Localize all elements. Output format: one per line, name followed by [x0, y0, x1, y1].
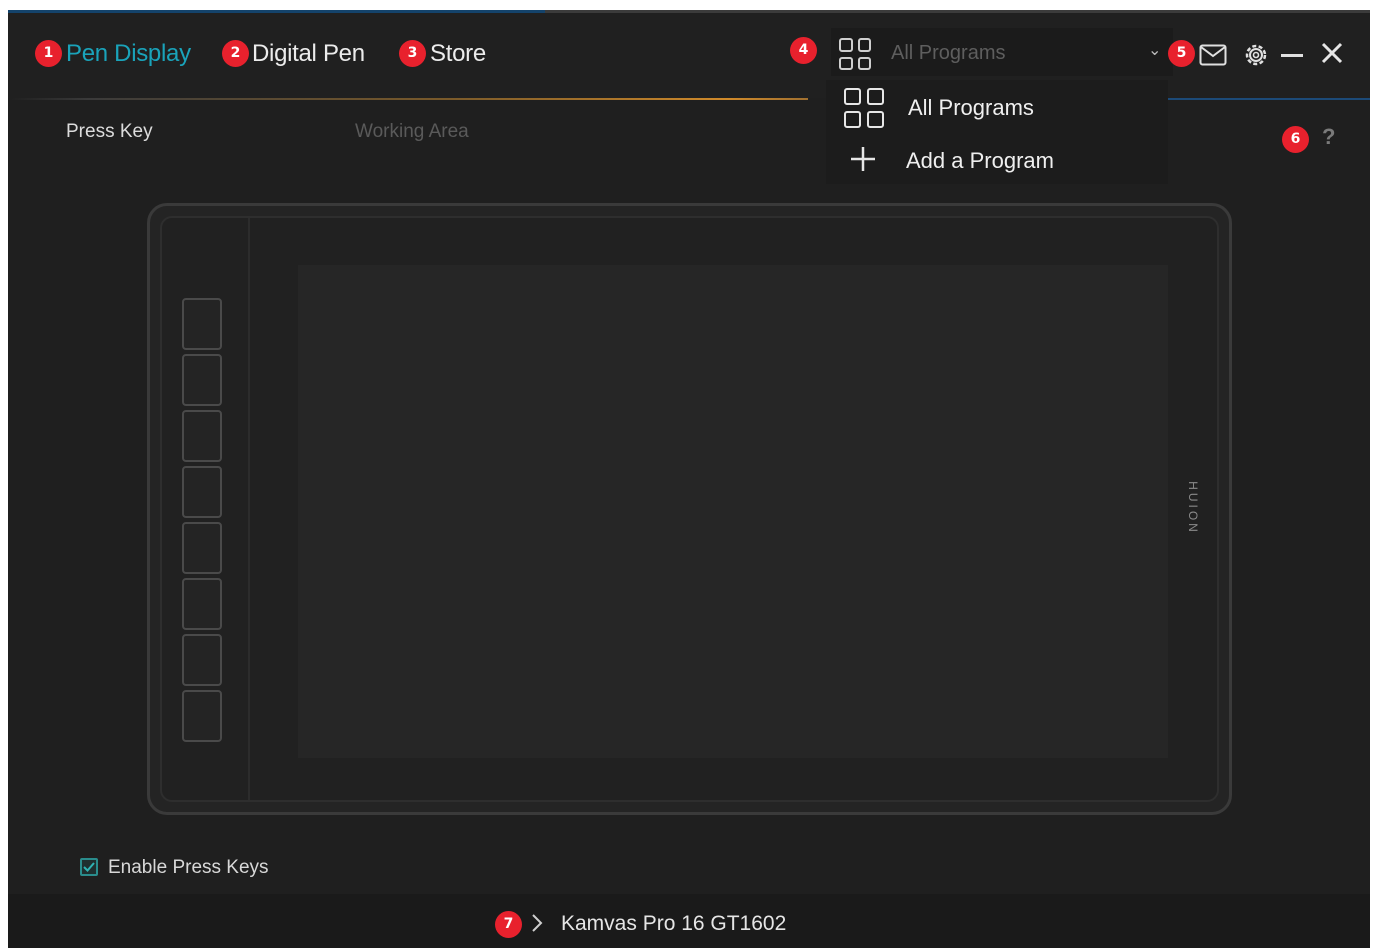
minimize-icon[interactable]	[1281, 54, 1303, 57]
device-name: Kamvas Pro 16 GT1602	[561, 912, 787, 935]
press-key-1[interactable]	[182, 298, 222, 350]
enable-press-keys-label[interactable]: Enable Press Keys	[108, 857, 269, 879]
press-key-5[interactable]	[182, 522, 222, 574]
program-select[interactable]: All Programs ⌄	[831, 28, 1173, 76]
plus-icon	[850, 146, 876, 177]
press-key-8[interactable]	[182, 690, 222, 742]
gear-icon[interactable]	[1243, 42, 1269, 73]
mail-icon[interactable]	[1199, 44, 1227, 71]
subtab-press-key[interactable]: Press Key	[66, 121, 153, 143]
press-key-3[interactable]	[182, 410, 222, 462]
enable-press-keys-checkbox[interactable]	[80, 858, 98, 876]
grid-icon	[844, 88, 884, 128]
annotation-badge-4: 4	[790, 37, 817, 64]
press-key-strip-divider	[248, 218, 250, 800]
program-select-value: All Programs	[891, 42, 1006, 64]
tablet-screen	[298, 265, 1168, 758]
press-keys-column	[182, 298, 222, 746]
annotation-badge-7: 7	[495, 911, 522, 938]
chevron-right-icon[interactable]	[531, 913, 543, 938]
tab-store[interactable]: Store	[430, 40, 486, 68]
dropdown-item-add-program[interactable]: Add a Program	[826, 132, 1168, 184]
annotation-badge-2: 2	[222, 40, 249, 67]
press-key-7[interactable]	[182, 634, 222, 686]
close-icon[interactable]	[1321, 42, 1343, 69]
dropdown-item-all-programs[interactable]: All Programs	[826, 80, 1168, 132]
dropdown-item-label: Add a Program	[906, 148, 1054, 173]
tab-pen-display[interactable]: Pen Display	[66, 40, 191, 68]
chevron-down-icon: ⌄	[1148, 42, 1162, 59]
press-key-6[interactable]	[182, 578, 222, 630]
subtab-working-area[interactable]: Working Area	[355, 121, 469, 143]
annotation-badge-3: 3	[399, 40, 426, 67]
annotation-badge-5: 5	[1168, 40, 1195, 67]
press-key-2[interactable]	[182, 354, 222, 406]
header-divider-right	[1168, 98, 1370, 100]
annotation-badge-6: 6	[1282, 126, 1309, 153]
program-dropdown-menu: All Programs Add a Program	[826, 80, 1168, 184]
app-window: 1 Pen Display 2 Digital Pen 3 Store 4 Al…	[8, 10, 1370, 948]
press-key-4[interactable]	[182, 466, 222, 518]
tab-underline-accent	[8, 98, 808, 100]
dropdown-item-label: All Programs	[908, 95, 1034, 120]
help-icon[interactable]: ?	[1322, 124, 1335, 150]
grid-icon	[839, 38, 871, 70]
tab-digital-pen[interactable]: Digital Pen	[252, 40, 365, 68]
annotation-badge-1: 1	[35, 40, 62, 67]
brand-logo: HUION	[1186, 481, 1200, 535]
